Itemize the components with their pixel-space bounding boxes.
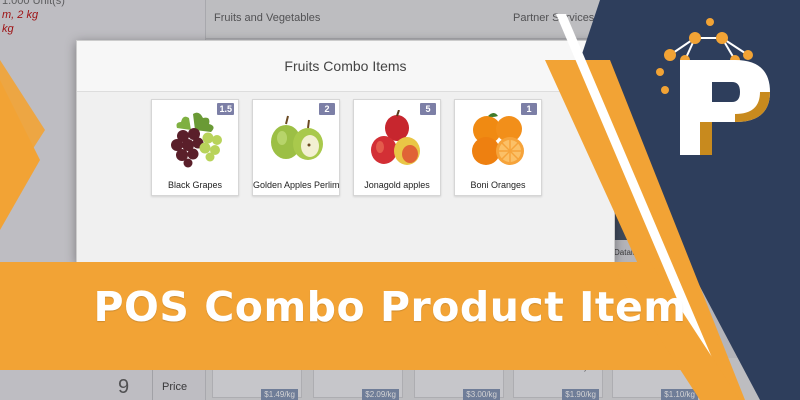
banner-title: POS Combo Product Item: [93, 283, 687, 331]
brand-logo-icon: [656, 18, 770, 155]
promo-banner: 1.000 Unit(s) m, 2 kg kg Fruits and Vege…: [0, 0, 800, 400]
